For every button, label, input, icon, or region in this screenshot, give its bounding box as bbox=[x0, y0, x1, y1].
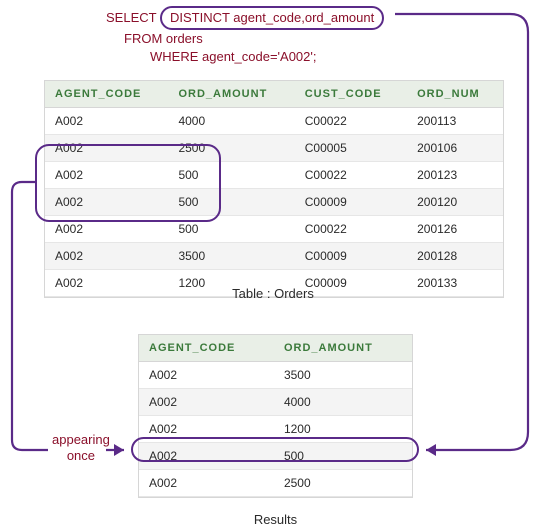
results-caption: Results bbox=[138, 512, 413, 527]
table-row: A0023500C00009200128 bbox=[45, 243, 503, 270]
orders-caption: Table : Orders bbox=[0, 286, 546, 301]
results-body: A0023500 A0024000 A0021200 A002500 A0022… bbox=[139, 362, 412, 497]
table-row: A002500 bbox=[139, 443, 412, 470]
results-header-row: AGENT_CODE ORD_AMOUNT bbox=[139, 335, 412, 362]
table-row: A0021200 bbox=[139, 416, 412, 443]
sql-select-keyword: SELECT bbox=[106, 10, 156, 25]
orders-col-ord-num: ORD_NUM bbox=[407, 81, 503, 108]
orders-col-agent-code: AGENT_CODE bbox=[45, 81, 168, 108]
annotation-appearing-once: appearing once bbox=[52, 432, 110, 463]
table-row: A0024000 bbox=[139, 389, 412, 416]
sql-where-line: WHERE agent_code='A002'; bbox=[106, 49, 316, 64]
table-row: A0022500 bbox=[139, 470, 412, 497]
results-col-agent-code: AGENT_CODE bbox=[139, 335, 274, 362]
sql-statement: SELECT DISTINCT agent_code,ord_amount FR… bbox=[106, 6, 384, 67]
sql-distinct-clause: DISTINCT agent_code,ord_amount bbox=[160, 6, 384, 30]
orders-col-ord-amount: ORD_AMOUNT bbox=[168, 81, 294, 108]
results-table: AGENT_CODE ORD_AMOUNT A0023500 A0024000 … bbox=[138, 334, 413, 498]
orders-table: AGENT_CODE ORD_AMOUNT CUST_CODE ORD_NUM … bbox=[44, 80, 504, 298]
sql-from-line: FROM orders bbox=[106, 31, 203, 46]
orders-header-row: AGENT_CODE ORD_AMOUNT CUST_CODE ORD_NUM bbox=[45, 81, 503, 108]
orders-col-cust-code: CUST_CODE bbox=[295, 81, 407, 108]
orders-body: A0024000C00022200113 A0022500C0000520010… bbox=[45, 108, 503, 297]
results-col-ord-amount: ORD_AMOUNT bbox=[274, 335, 412, 362]
table-row: A002500C00022200123 bbox=[45, 162, 503, 189]
table-row: A002500C00009200120 bbox=[45, 189, 503, 216]
table-row: A0022500C00005200106 bbox=[45, 135, 503, 162]
table-row: A0023500 bbox=[139, 362, 412, 389]
table-row: A0024000C00022200113 bbox=[45, 108, 503, 135]
table-row: A002500C00022200126 bbox=[45, 216, 503, 243]
